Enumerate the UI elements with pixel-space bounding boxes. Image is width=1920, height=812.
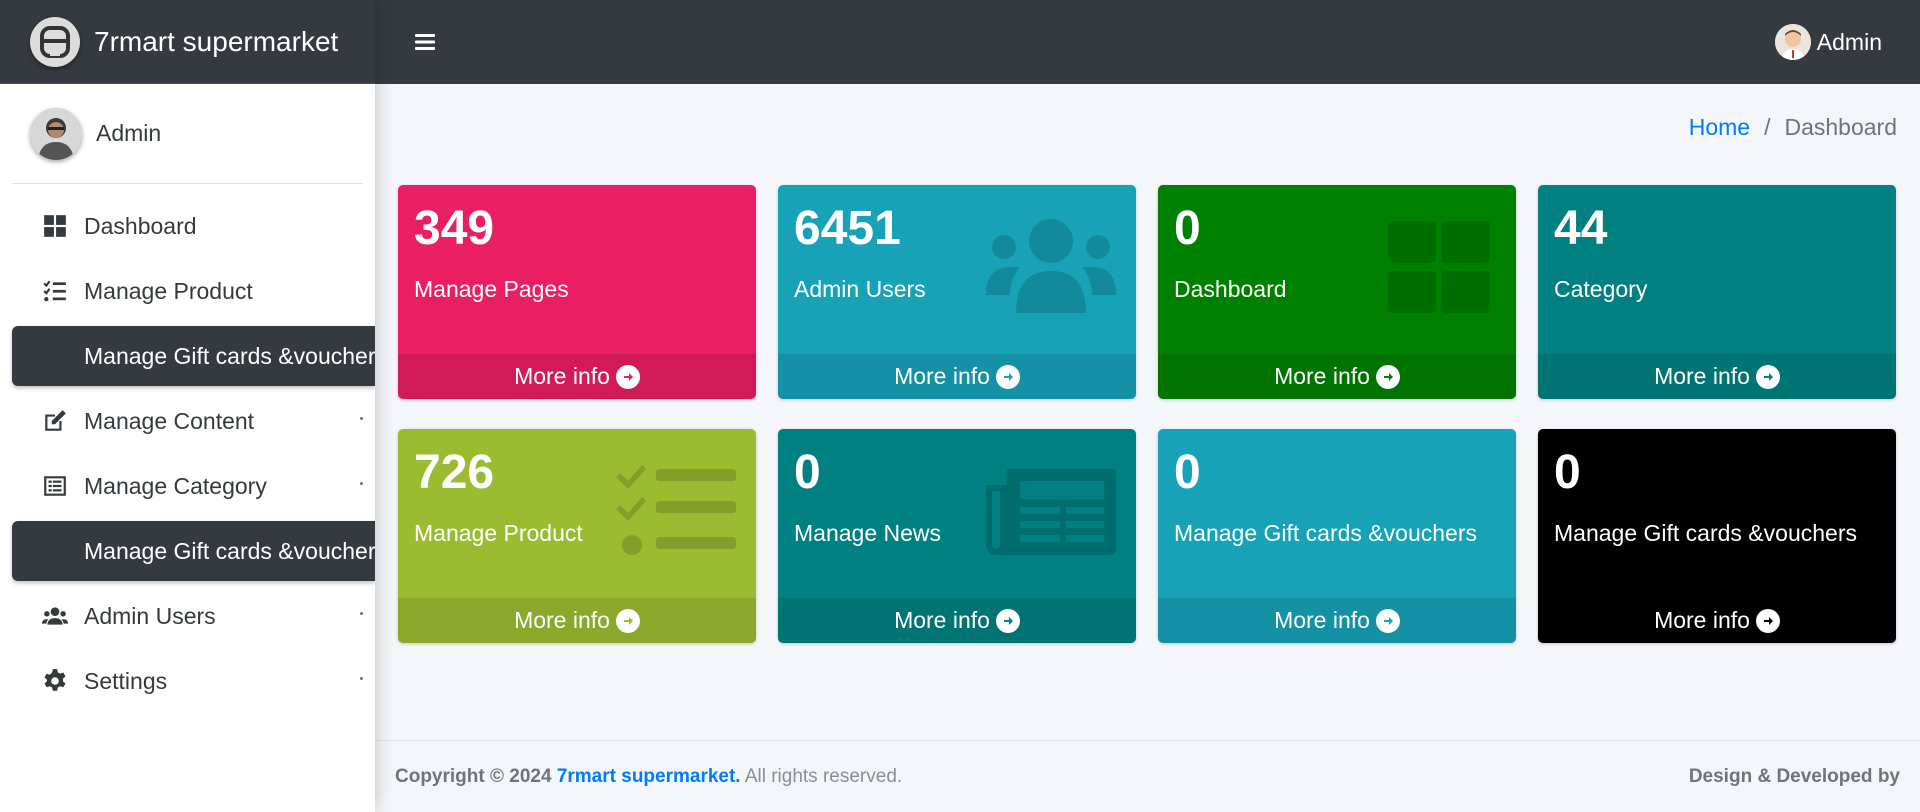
more-info-link[interactable]: More info (778, 354, 1136, 399)
stat-box-admin-users: 6451 Admin Users More info (778, 185, 1136, 399)
arrow-circle-right-icon (1755, 364, 1780, 389)
stat-count: 0 (1174, 446, 1201, 499)
arrow-circle-right-icon (615, 608, 640, 633)
edit-icon (40, 406, 70, 436)
user-avatar[interactable] (30, 107, 82, 160)
stat-box-gift-cards-2: 0 Manage Gift cards &vouchers More info (1538, 429, 1896, 643)
sidebar-item-manage-product[interactable]: Manage Product (12, 261, 363, 321)
sidebar-item-dashboard[interactable]: Dashboard (12, 196, 363, 256)
tasks-icon (40, 276, 70, 306)
more-info-link[interactable]: More info (1538, 598, 1896, 643)
copyright-label: Copyright © 2024 (395, 765, 552, 787)
more-info-link[interactable]: More info (778, 598, 1136, 643)
topbar-user-name: Admin (1816, 28, 1882, 55)
more-info-label: More info (1654, 607, 1750, 633)
sidebar-item-label: Settings (84, 667, 168, 694)
sidebar-item-label: Manage Content (84, 407, 255, 434)
sidebar: 7rmart supermarket Admin Dashboard Manag… (0, 0, 375, 812)
chevron-icon (360, 482, 363, 485)
more-info-label: More info (514, 363, 610, 389)
more-info-label: More info (514, 607, 610, 633)
stat-count: 0 (1554, 446, 1581, 499)
breadcrumb-current: Dashboard (1784, 114, 1897, 140)
user-name[interactable]: Admin (96, 120, 161, 147)
sidebar-item-label: Admin Users (84, 602, 216, 629)
brand-link[interactable]: 7rmart supermarket (0, 0, 375, 84)
stat-boxes-grid: 349 Manage Pages More info 6451 Admin Us… (398, 185, 1896, 643)
stat-box-manage-pages: 349 Manage Pages More info (398, 185, 756, 399)
credit-text: Design & Developed by (1688, 765, 1900, 787)
footer-brand-link[interactable]: 7rmart supermarket. (557, 766, 741, 787)
more-info-label: More info (1654, 363, 1750, 389)
users-icon (986, 217, 1116, 317)
arrow-circle-right-icon (995, 364, 1020, 389)
more-info-link[interactable]: More info (1158, 354, 1516, 399)
more-info-label: More info (1274, 363, 1370, 389)
stat-label: Manage Gift cards &vouchers (1174, 519, 1477, 546)
chevron-icon (360, 417, 363, 420)
tasks-icon (606, 461, 736, 561)
sidebar-item-admin-users[interactable]: Admin Users (12, 586, 363, 646)
chevron-icon (360, 612, 363, 615)
newspaper-icon (986, 461, 1116, 561)
stat-count: 44 (1554, 202, 1608, 255)
stat-label: Category (1554, 275, 1648, 302)
more-info-link[interactable]: More info (1158, 598, 1516, 643)
sidebar-item-manage-content[interactable]: Manage Content (12, 391, 363, 451)
breadcrumb: Home / Dashboard (1689, 114, 1897, 141)
brand-name: 7rmart supermarket (94, 25, 339, 57)
arrow-circle-right-icon (995, 608, 1020, 633)
stat-box-manage-product: 726 Manage Product More info (398, 429, 756, 643)
sidebar-item-label: Dashboard (84, 212, 197, 239)
users-icon (40, 601, 70, 631)
arrow-circle-right-icon (615, 364, 640, 389)
dashboard-icon (1366, 217, 1496, 317)
list-alt-icon (40, 471, 70, 501)
hamburger-menu-icon[interactable] (409, 26, 441, 58)
topbar-avatar (1774, 24, 1811, 60)
rights-text: All rights reserved. (744, 765, 903, 787)
stat-box-manage-news: 0 Manage News More info (778, 429, 1136, 643)
arrow-circle-right-icon (1375, 608, 1400, 633)
stat-label: Manage Gift cards &vouchers (1554, 519, 1857, 546)
more-info-label: More info (894, 363, 990, 389)
stat-count: 349 (414, 202, 495, 255)
main-content: Home / Dashboard 349 Manage Pages More i… (375, 84, 1920, 740)
sidebar-item-gift-cards-2[interactable]: Manage Gift cards &vouchers (12, 521, 375, 581)
more-info-link[interactable]: More info (1538, 354, 1896, 399)
top-navbar: Admin (375, 0, 1920, 84)
topbar-user-menu[interactable]: Admin (1774, 24, 1882, 60)
stat-box-dashboard: 0 Dashboard More info (1158, 185, 1516, 399)
more-info-label: More info (1274, 607, 1370, 633)
sidebar-item-settings[interactable]: Settings (12, 651, 363, 711)
sidebar-item-manage-category[interactable]: Manage Category (12, 456, 363, 516)
sidebar-item-label: Manage Gift cards &vouchers (84, 537, 375, 564)
chevron-icon (360, 677, 363, 680)
more-info-link[interactable]: More info (398, 354, 756, 399)
stat-label: Manage Pages (414, 275, 569, 302)
sidebar-nav: Dashboard Manage Product Manage Gift car… (0, 184, 375, 711)
sidebar-item-label: Manage Category (84, 472, 267, 499)
gear-icon (40, 666, 70, 696)
more-info-label: More info (894, 607, 990, 633)
user-panel: Admin (12, 84, 363, 184)
arrow-circle-right-icon (1375, 364, 1400, 389)
sidebar-item-label: Manage Product (84, 277, 253, 304)
more-info-link[interactable]: More info (398, 598, 756, 643)
sidebar-item-gift-cards[interactable]: Manage Gift cards &vouchers (12, 326, 375, 386)
stat-box-category: 44 Category More info (1538, 185, 1896, 399)
breadcrumb-home-link[interactable]: Home (1689, 114, 1750, 141)
brand-logo (30, 16, 80, 67)
stat-box-gift-cards: 0 Manage Gift cards &vouchers More info (1158, 429, 1516, 643)
page-footer: Copyright © 2024 7rmart supermarket. All… (375, 740, 1920, 812)
arrow-circle-right-icon (1755, 608, 1780, 633)
breadcrumb-separator: / (1764, 114, 1771, 140)
dashboard-icon (40, 211, 70, 241)
sidebar-item-label: Manage Gift cards &vouchers (84, 342, 375, 369)
copyright-text: Copyright © 2024 7rmart supermarket. All… (395, 766, 902, 788)
